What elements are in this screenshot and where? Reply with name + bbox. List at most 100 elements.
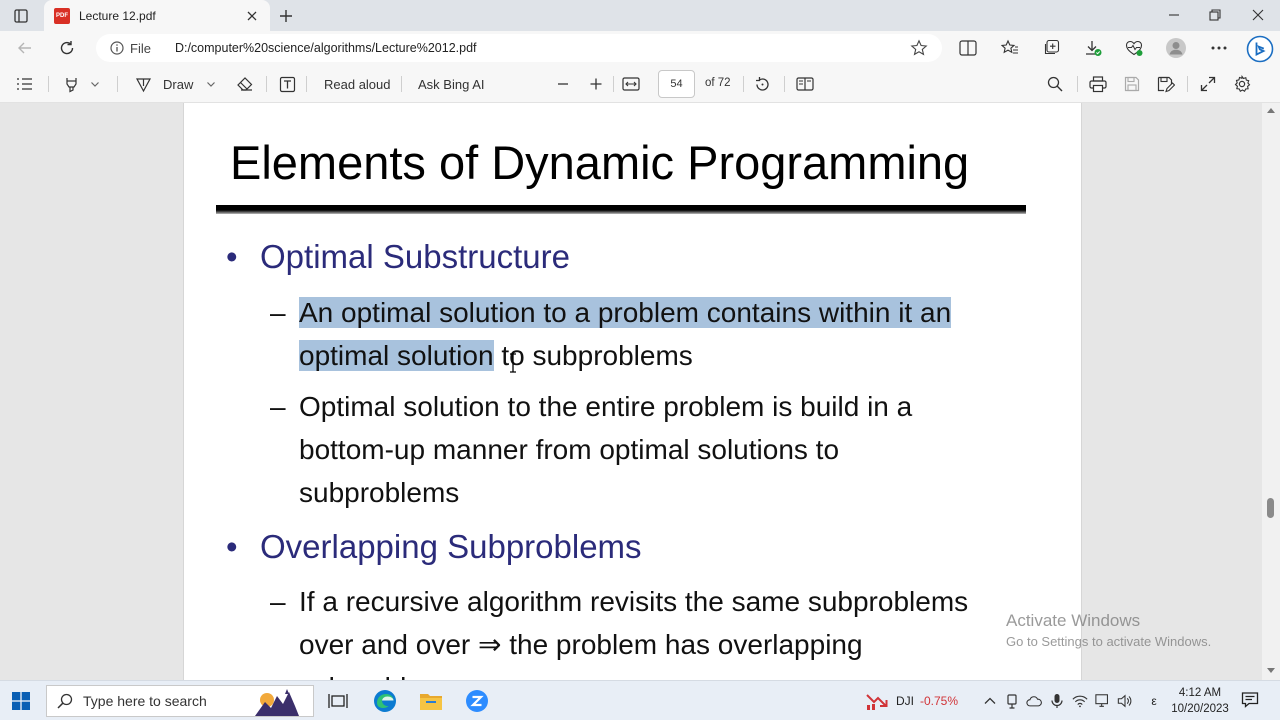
taskbar-zoom-app[interactable] <box>465 689 489 713</box>
info-icon[interactable] <box>110 41 124 55</box>
add-text-button[interactable] <box>279 74 296 94</box>
toolbar-separator <box>266 76 267 92</box>
scrollbar-thumb[interactable] <box>1267 498 1274 518</box>
close-window-button[interactable] <box>1243 4 1273 26</box>
highlight-button[interactable] <box>63 74 80 94</box>
taskbar-file-explorer-app[interactable] <box>419 689 443 713</box>
print-button[interactable] <box>1089 74 1107 94</box>
full-screen-button[interactable] <box>1200 74 1216 94</box>
text-cursor-icon <box>510 353 516 373</box>
plus-icon <box>280 10 292 22</box>
table-of-contents-icon <box>17 78 32 90</box>
tray-wifi-button[interactable] <box>1072 693 1088 709</box>
new-tab-button[interactable] <box>276 6 296 26</box>
watermark-subtitle: Go to Settings to activate Windows. <box>1006 634 1212 649</box>
selected-text[interactable]: optimal solution <box>299 340 494 371</box>
tab-close-button[interactable] <box>244 8 260 24</box>
tray-device-button[interactable] <box>1004 693 1020 709</box>
tab-actions-icon <box>14 9 28 23</box>
url-text[interactable]: D:/computer%20science/algorithms/Lecture… <box>175 41 477 55</box>
bullet-overlapping-subproblems: • Overlapping Subproblems <box>226 528 642 566</box>
show-hidden-icons-button[interactable] <box>982 693 998 709</box>
toolbar-separator <box>48 76 49 92</box>
minimize-button[interactable] <box>1159 4 1189 26</box>
fit-to-page-button[interactable] <box>622 74 640 94</box>
taskbar-search-input[interactable]: Type here to search <box>46 685 314 717</box>
pdf-page[interactable]: Elements of Dynamic Programming • Optima… <box>183 103 1082 680</box>
restore-icon <box>1209 9 1221 21</box>
input-language-button[interactable]: ε <box>1146 693 1162 709</box>
favorite-star-icon[interactable] <box>910 39 928 57</box>
page-view-button[interactable] <box>796 74 814 94</box>
notification-center-icon[interactable] <box>1241 691 1259 709</box>
file-scheme-label: File <box>130 40 151 56</box>
pdf-toolbar: Draw Read aloud Ask Bing AI 54 of 72 <box>0 65 1280 103</box>
gear-icon <box>1234 75 1251 92</box>
downloads-button[interactable] <box>1082 37 1104 59</box>
bullet-text: Optimal Substructure <box>260 238 570 275</box>
minimize-icon <box>1169 14 1179 16</box>
expand-icon <box>1200 76 1216 92</box>
windows-start-icon[interactable] <box>12 692 30 710</box>
refresh-button[interactable] <box>56 37 78 59</box>
selected-text[interactable]: An optimal solution to a problem contain… <box>299 297 952 328</box>
tab-title: Lecture 12.pdf <box>79 8 156 23</box>
browser-essentials-button[interactable] <box>1123 37 1145 59</box>
speaker-icon <box>1117 694 1132 708</box>
tab-lecture-pdf[interactable]: PDF Lecture 12.pdf <box>44 0 270 31</box>
taskbar-edge-app[interactable] <box>373 689 397 713</box>
favorites-button[interactable] <box>999 37 1021 59</box>
contents-button[interactable] <box>16 74 33 94</box>
zoom-out-button[interactable] <box>556 74 570 94</box>
chevron-up-icon <box>984 697 996 704</box>
favorites-list-icon <box>1001 39 1018 54</box>
pdf-settings-button[interactable] <box>1233 74 1251 94</box>
profile-button[interactable] <box>1165 37 1187 59</box>
sub-bullet-optimal-solution: – An optimal solution to a problem conta… <box>270 291 952 377</box>
find-button[interactable] <box>1047 74 1063 94</box>
url-field[interactable]: File D:/computer%20science/algorithms/Le… <box>96 34 942 62</box>
minus-icon <box>558 83 568 85</box>
tray-cloud-button[interactable] <box>1026 693 1042 709</box>
taskbar-clock[interactable]: 4:12 AM 10/20/2023 <box>1166 685 1234 717</box>
pdf-viewer[interactable]: Elements of Dynamic Programming • Optima… <box>0 103 1262 680</box>
stock-down-chart-icon <box>866 694 888 710</box>
rotate-button[interactable] <box>754 74 771 94</box>
tray-microphone-button[interactable] <box>1049 693 1065 709</box>
save-button[interactable] <box>1124 74 1140 94</box>
line-text: to subproblems <box>493 340 693 371</box>
highlight-options-dropdown[interactable] <box>90 74 100 94</box>
stock-widget[interactable]: DJI -0.75% <box>866 692 958 710</box>
bing-copilot-button[interactable] <box>1246 35 1274 63</box>
save-as-button[interactable] <box>1157 74 1175 94</box>
draw-button[interactable]: Draw <box>135 74 193 94</box>
settings-menu-button[interactable] <box>1208 37 1230 59</box>
sub-bullet-bottom-up: – Optimal solution to the entire problem… <box>270 385 912 514</box>
scroll-up-arrow-icon[interactable] <box>1267 108 1275 113</box>
scroll-down-arrow-icon[interactable] <box>1267 668 1275 673</box>
eraser-icon <box>237 77 253 91</box>
rotate-icon <box>756 76 769 91</box>
ask-bing-ai-button[interactable]: Ask Bing AI <box>418 74 484 94</box>
draw-options-dropdown[interactable] <box>206 74 216 94</box>
tab-strip: PDF Lecture 12.pdf <box>0 0 1280 31</box>
pdf-favicon-icon: PDF <box>54 7 70 24</box>
tray-network-button[interactable] <box>1095 693 1111 709</box>
split-screen-button[interactable] <box>957 37 979 59</box>
task-view-button[interactable] <box>326 689 350 713</box>
edge-browser-icon <box>374 690 396 712</box>
erase-button[interactable] <box>236 74 254 94</box>
close-icon <box>1252 9 1264 21</box>
tab-actions-button[interactable] <box>10 6 32 26</box>
stock-name: DJI <box>896 694 914 708</box>
restore-button[interactable] <box>1200 4 1230 26</box>
toolbar-separator <box>743 76 744 92</box>
zoom-in-button[interactable] <box>589 74 603 94</box>
vertical-scrollbar[interactable] <box>1262 103 1280 680</box>
back-button[interactable] <box>14 37 36 59</box>
read-aloud-button[interactable]: Read aloud <box>324 74 391 94</box>
folder-icon <box>420 694 442 710</box>
tray-volume-button[interactable] <box>1117 693 1133 709</box>
page-number-input[interactable]: 54 <box>658 70 695 98</box>
collections-button[interactable] <box>1040 37 1062 59</box>
